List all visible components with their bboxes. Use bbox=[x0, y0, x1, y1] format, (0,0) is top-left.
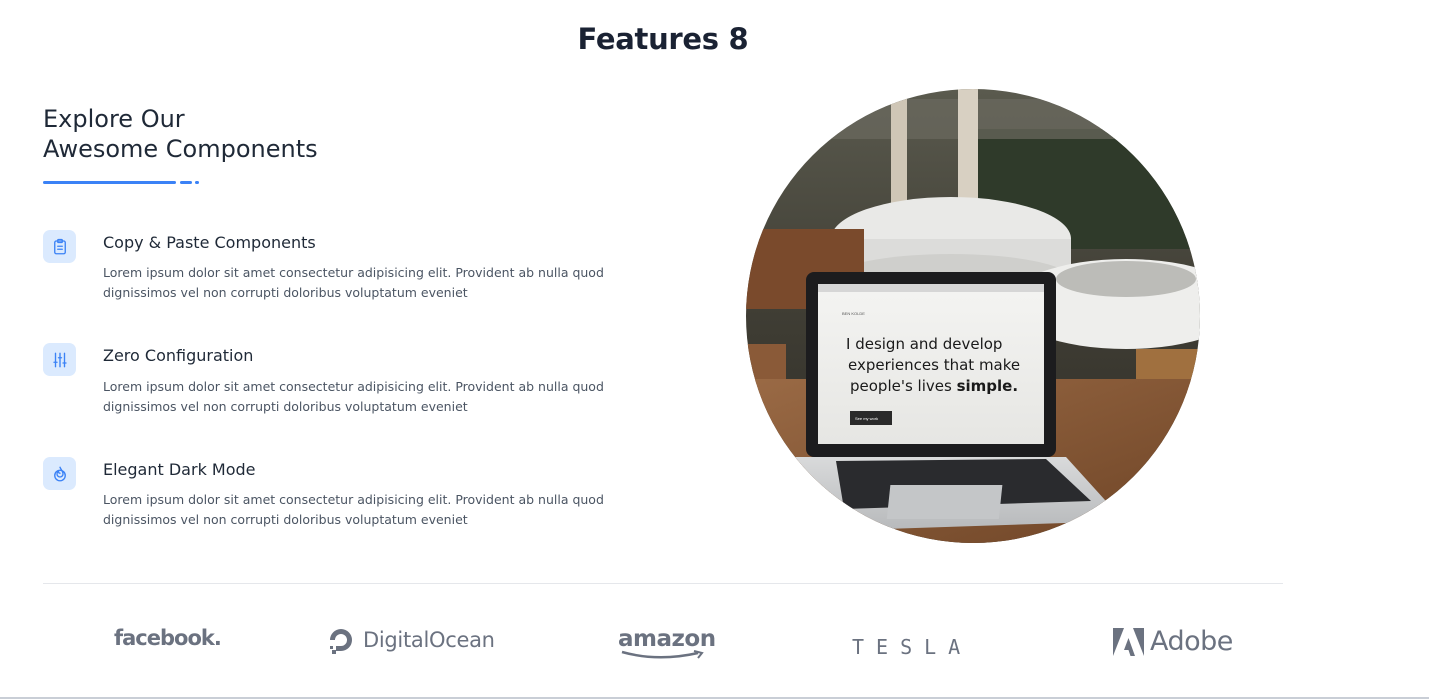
feature-title: Zero Configuration bbox=[103, 346, 254, 365]
logos-divider bbox=[43, 583, 1283, 584]
feature-title: Copy & Paste Components bbox=[103, 233, 316, 252]
logo-amazon: amazon bbox=[618, 628, 716, 660]
screen-line3-bold: simple. bbox=[957, 377, 1018, 395]
feature-icon-box bbox=[43, 343, 76, 376]
feature-title: Elegant Dark Mode bbox=[103, 460, 256, 479]
screen-line3: people's lives simple. bbox=[850, 377, 1018, 395]
logo-facebook: facebook. bbox=[114, 626, 222, 650]
screen-line3-prefix: people's lives bbox=[850, 377, 957, 395]
dark-mode-icon bbox=[53, 466, 66, 481]
logo-digitalocean: DigitalOcean bbox=[327, 626, 495, 654]
amazon-smile-icon bbox=[621, 650, 704, 659]
screen-line1: I design and develop bbox=[846, 335, 1002, 353]
logo-adobe-label: Adobe bbox=[1150, 626, 1233, 657]
logo-tesla: TESLA bbox=[852, 635, 972, 659]
section-heading-line1: Explore Our bbox=[43, 105, 185, 133]
hero-image: BEN KOLDE I design and develop experienc… bbox=[746, 89, 1200, 543]
section-heading-line2: Awesome Components bbox=[43, 135, 318, 163]
feature-description: Lorem ipsum dolor sit amet consectetur a… bbox=[103, 265, 604, 300]
feature-icon-box bbox=[43, 230, 76, 263]
section-heading: Explore Our Awesome Components bbox=[43, 104, 318, 164]
clipboard-icon bbox=[53, 238, 66, 254]
logo-adobe: Adobe bbox=[1113, 626, 1233, 657]
feature-description: Lorem ipsum dolor sit amet consectetur a… bbox=[103, 379, 604, 414]
logo-tesla-label: TESLA bbox=[852, 635, 973, 659]
sliders-icon bbox=[52, 352, 67, 367]
adobe-icon bbox=[1113, 627, 1144, 656]
logo-facebook-label: facebook. bbox=[114, 626, 222, 650]
feature-description: Lorem ipsum dolor sit amet consectetur a… bbox=[103, 492, 604, 527]
screen-line2: experiences that make bbox=[848, 356, 1020, 374]
digitalocean-icon bbox=[330, 629, 352, 654]
logo-amazon-label: amazon bbox=[618, 626, 716, 652]
screen-brand: BEN KOLDE bbox=[842, 311, 865, 316]
feature-icon-box bbox=[43, 457, 76, 490]
page-title: Features 8 bbox=[577, 22, 749, 56]
logo-digitalocean-label: DigitalOcean bbox=[363, 628, 495, 652]
screen-button: See my work bbox=[855, 416, 878, 421]
